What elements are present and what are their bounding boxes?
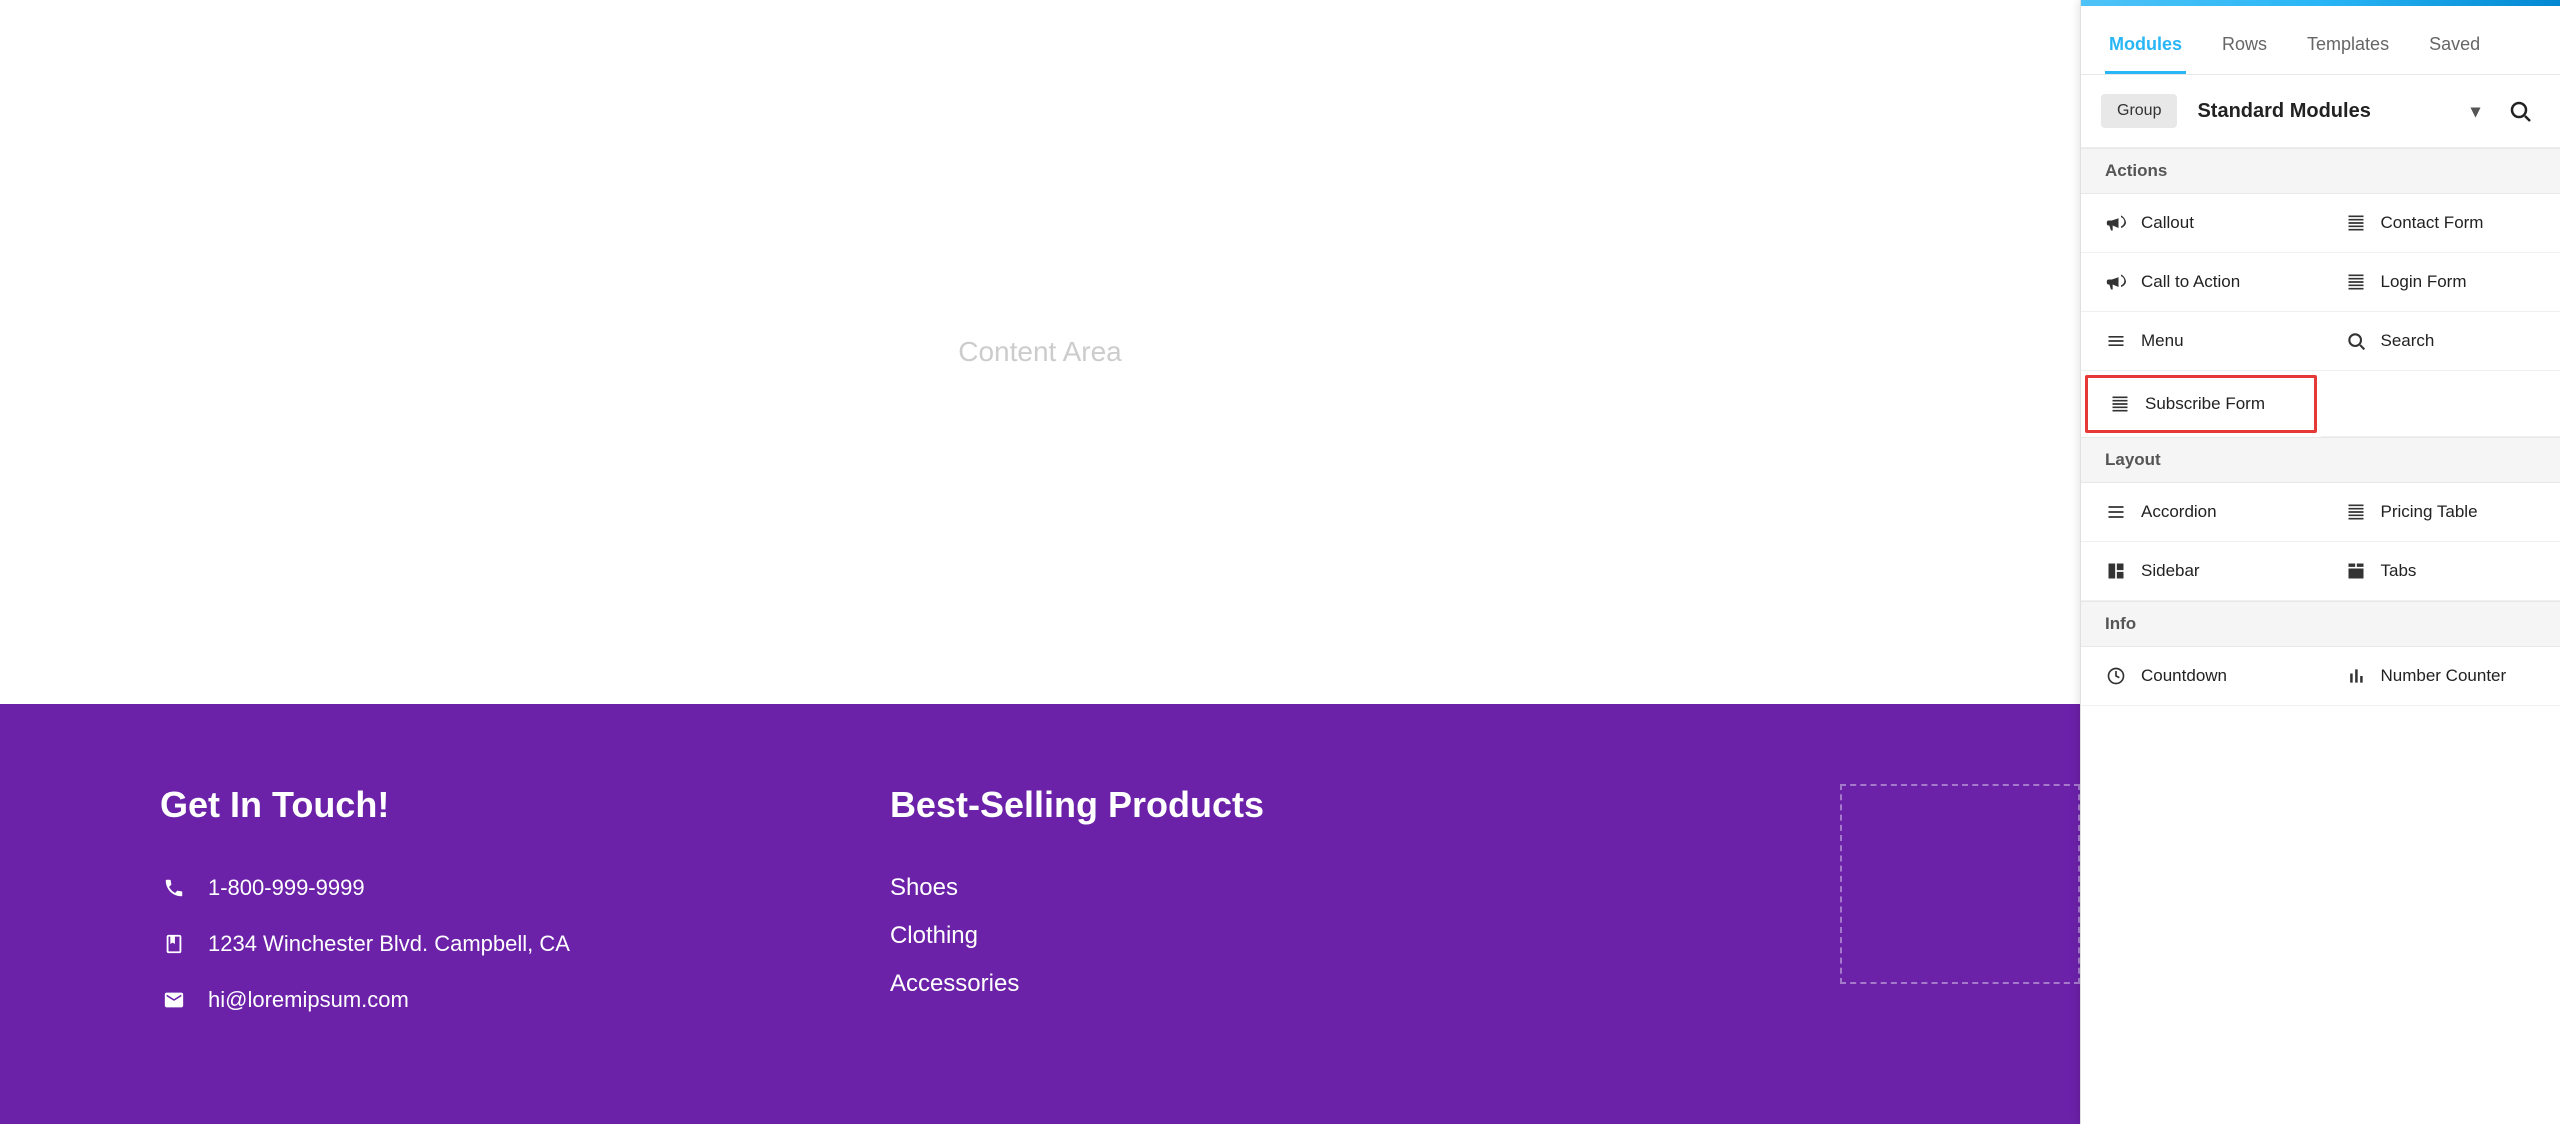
module-pricing-table-label: Pricing Table — [2381, 502, 2478, 522]
group-selector: Group Standard Modules ▾ — [2081, 75, 2560, 148]
footer-email: hi@loremipsum.com — [160, 986, 570, 1014]
accordion-icon — [2105, 501, 2127, 523]
module-call-to-action-label: Call to Action — [2141, 272, 2240, 292]
footer-contact-heading: Get In Touch! — [160, 784, 570, 826]
module-list: Actions Callout Contact Form Call t — [2081, 148, 2560, 1124]
product-link-clothing[interactable]: Clothing — [890, 922, 978, 949]
tabs-icon — [2345, 560, 2367, 582]
module-search[interactable]: Search — [2321, 312, 2560, 371]
empty-cell — [2321, 371, 2560, 437]
hamburger-menu-icon — [2105, 330, 2127, 352]
module-tabs-label: Tabs — [2381, 561, 2417, 581]
module-login-form-label: Login Form — [2381, 272, 2467, 292]
product-link-accessories[interactable]: Accessories — [890, 970, 1019, 997]
group-selected-value: Standard Modules — [2197, 100, 2370, 123]
footer-address-text: 1234 Winchester Blvd. Campbell, CA — [208, 931, 570, 957]
module-tabs[interactable]: Tabs — [2321, 542, 2560, 601]
module-login-form[interactable]: Login Form — [2321, 253, 2560, 312]
module-search-label: Search — [2381, 331, 2435, 351]
module-callout[interactable]: Callout — [2081, 194, 2321, 253]
right-panel: Modules Rows Templates Saved Group Stand… — [2080, 0, 2560, 1124]
list-item: Accessories — [890, 970, 1264, 998]
megaphone-icon — [2105, 212, 2127, 234]
layout-grid: Accordion Pricing Table Sidebar Tabs — [2081, 483, 2560, 601]
module-number-counter[interactable]: Number Counter — [2321, 647, 2560, 706]
tab-templates[interactable]: Templates — [2303, 22, 2393, 74]
info-grid: Countdown Number Counter — [2081, 647, 2560, 706]
footer-phone-text: 1-800-999-9999 — [208, 875, 365, 901]
module-sidebar-label: Sidebar — [2141, 561, 2200, 581]
module-countdown-label: Countdown — [2141, 666, 2227, 686]
bar-chart-icon — [2345, 665, 2367, 687]
megaphone2-icon — [2105, 271, 2127, 293]
module-accordion-label: Accordion — [2141, 502, 2217, 522]
panel-tabs: Modules Rows Templates Saved — [2081, 6, 2560, 75]
module-callout-label: Callout — [2141, 213, 2194, 233]
footer-contact-section: Get In Touch! 1-800-999-9999 1234 Winche… — [160, 784, 570, 1044]
section-header-actions: Actions — [2081, 148, 2560, 194]
actions-grid: Callout Contact Form Call to Action Logi — [2081, 194, 2560, 437]
section-header-layout: Layout — [2081, 437, 2560, 483]
table-icon — [2345, 212, 2367, 234]
tab-modules[interactable]: Modules — [2105, 22, 2186, 74]
chevron-down-icon: ▾ — [2471, 101, 2480, 122]
footer-phone: 1-800-999-9999 — [160, 874, 570, 902]
footer-address: 1234 Winchester Blvd. Campbell, CA — [160, 930, 570, 958]
footer-product-links: Shoes Clothing Accessories — [890, 874, 1264, 998]
module-sidebar[interactable]: Sidebar — [2081, 542, 2321, 601]
main-content: Content Area Get In Touch! 1-800-999-999… — [0, 0, 2080, 1124]
tab-rows[interactable]: Rows — [2218, 22, 2271, 74]
content-area-label: Content Area — [958, 336, 1121, 368]
module-contact-form[interactable]: Contact Form — [2321, 194, 2560, 253]
list-item: Clothing — [890, 922, 1264, 950]
footer-dashed-box — [1840, 784, 2080, 984]
email-icon — [160, 986, 188, 1014]
module-menu[interactable]: Menu — [2081, 312, 2321, 371]
group-label: Group — [2101, 94, 2177, 128]
address-icon — [160, 930, 188, 958]
product-link-shoes[interactable]: Shoes — [890, 874, 958, 901]
module-menu-label: Menu — [2141, 331, 2184, 351]
footer-email-text: hi@loremipsum.com — [208, 987, 409, 1013]
footer: Get In Touch! 1-800-999-9999 1234 Winche… — [0, 704, 2080, 1124]
search-module-icon — [2345, 330, 2367, 352]
footer-products-section: Best-Selling Products Shoes Clothing Acc… — [890, 784, 1264, 1044]
phone-icon — [160, 874, 188, 902]
module-pricing-table[interactable]: Pricing Table — [2321, 483, 2560, 542]
module-subscribe-form-label: Subscribe Form — [2145, 394, 2265, 414]
footer-products-heading: Best-Selling Products — [890, 784, 1264, 826]
module-subscribe-form[interactable]: Subscribe Form — [2085, 375, 2317, 433]
module-contact-form-label: Contact Form — [2381, 213, 2484, 233]
group-dropdown[interactable]: Standard Modules ▾ — [2189, 96, 2488, 127]
pricing-table-icon — [2345, 501, 2367, 523]
content-area: Content Area — [0, 0, 2080, 704]
section-header-info: Info — [2081, 601, 2560, 647]
sidebar-icon — [2105, 560, 2127, 582]
login-form-icon — [2345, 271, 2367, 293]
module-number-counter-label: Number Counter — [2381, 666, 2507, 686]
tab-saved[interactable]: Saved — [2425, 22, 2484, 74]
list-item: Shoes — [890, 874, 1264, 902]
clock-icon — [2105, 665, 2127, 687]
module-accordion[interactable]: Accordion — [2081, 483, 2321, 542]
search-button[interactable] — [2500, 91, 2540, 131]
module-countdown[interactable]: Countdown — [2081, 647, 2321, 706]
module-call-to-action[interactable]: Call to Action — [2081, 253, 2321, 312]
subscribe-form-icon — [2109, 393, 2131, 415]
